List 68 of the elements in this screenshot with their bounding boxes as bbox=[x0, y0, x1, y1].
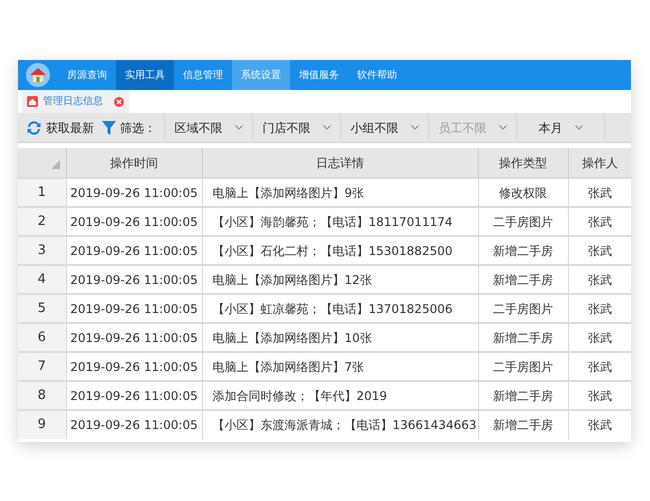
table-cell: 张武 bbox=[568, 381, 631, 410]
table-cell: 张武 bbox=[568, 323, 631, 352]
table-cell: 2019-09-26 11:00:05 bbox=[66, 323, 202, 352]
row-number: 9 bbox=[18, 410, 66, 439]
row-number: 1 bbox=[18, 178, 66, 207]
table-cell: 【小区】海韵馨苑；【电话】18117011174 bbox=[202, 207, 478, 236]
table-cell: 张武 bbox=[568, 294, 631, 323]
table-cell: 新增二手房 bbox=[478, 410, 568, 439]
table-cell: 2019-09-26 11:00:05 bbox=[66, 410, 202, 439]
house-logo-icon bbox=[26, 63, 50, 87]
table-cell: 二手房图片 bbox=[478, 294, 568, 323]
table-cell: 二手房图片 bbox=[478, 352, 568, 381]
chevron-down-icon bbox=[234, 125, 242, 130]
row-number: 8 bbox=[18, 381, 66, 410]
table-cell: 【小区】东渡海派青城；【电话】13661434663 bbox=[202, 410, 478, 439]
home-icon bbox=[27, 96, 38, 107]
row-number: 6 bbox=[18, 323, 66, 352]
refresh-icon bbox=[26, 120, 42, 136]
table-cell: 2019-09-26 11:00:05 bbox=[66, 236, 202, 265]
chevron-down-icon bbox=[498, 125, 506, 130]
table-cell: 新增二手房 bbox=[478, 323, 568, 352]
table-cell: 电脑上【添加网络图片】12张 bbox=[202, 265, 478, 294]
close-icon[interactable] bbox=[114, 96, 124, 106]
menu-item[interactable]: 实用工具 bbox=[116, 60, 174, 90]
table-cell: 电脑上【添加网络图片】9张 bbox=[202, 178, 478, 207]
table-cell: 新增二手房 bbox=[478, 265, 568, 294]
filter-dropdown[interactable]: 区域不限 bbox=[164, 113, 252, 142]
table-cell: 2019-09-26 11:00:05 bbox=[66, 352, 202, 381]
table-cell: 张武 bbox=[568, 236, 631, 265]
row-number: 2 bbox=[18, 207, 66, 236]
table-cell: 二手房图片 bbox=[478, 207, 568, 236]
table-cell: 电脑上【添加网络图片】10张 bbox=[202, 323, 478, 352]
table-cell: 新增二手房 bbox=[478, 381, 568, 410]
table-cell: 张武 bbox=[568, 352, 631, 381]
filter-dropdown[interactable]: 小组不限 bbox=[340, 113, 428, 142]
chevron-down-icon bbox=[574, 125, 582, 130]
table-cell: 2019-09-26 11:00:05 bbox=[66, 381, 202, 410]
row-number: 4 bbox=[18, 265, 66, 294]
row-number: 5 bbox=[18, 294, 66, 323]
table-cell: 张武 bbox=[568, 410, 631, 439]
filter-dropdown[interactable]: 本月 bbox=[516, 113, 604, 142]
table-cell: 2019-09-26 11:00:05 bbox=[66, 178, 202, 207]
row-number: 3 bbox=[18, 236, 66, 265]
refresh-button[interactable]: 获取最新 bbox=[18, 113, 102, 142]
filter-dropdown[interactable]: 门店不限 bbox=[252, 113, 340, 142]
table-cell: 2019-09-26 11:00:05 bbox=[66, 207, 202, 236]
column-header[interactable]: 日志详情 bbox=[202, 148, 478, 178]
table-cell: 添加合同时修改；【年代】2019 bbox=[202, 381, 478, 410]
chevron-down-icon bbox=[410, 125, 418, 130]
table-cell: 电脑上【添加网络图片】7张 bbox=[202, 352, 478, 381]
table-cell: 【小区】石化二村；【电话】15301882500 bbox=[202, 236, 478, 265]
tab[interactable]: 管理日志信息 bbox=[22, 90, 129, 113]
table-cell: 张武 bbox=[568, 207, 631, 236]
column-header[interactable]: 操作时间 bbox=[66, 148, 202, 178]
chevron-down-icon bbox=[322, 125, 330, 130]
column-header[interactable]: 操作类型 bbox=[478, 148, 568, 178]
column-header[interactable]: 操作人 bbox=[568, 148, 631, 178]
table-cell: 2019-09-26 11:00:05 bbox=[66, 294, 202, 323]
sort-corner-icon bbox=[50, 160, 60, 170]
filter-icon bbox=[102, 120, 116, 136]
table-cell: 新增二手房 bbox=[478, 236, 568, 265]
row-number: 7 bbox=[18, 352, 66, 381]
filter-label: 筛选： bbox=[120, 120, 156, 136]
table-cell: 张武 bbox=[568, 265, 631, 294]
table-cell: 修改权限 bbox=[478, 178, 568, 207]
table-cell: 张武 bbox=[568, 178, 631, 207]
table-cell: 2019-09-26 11:00:05 bbox=[66, 265, 202, 294]
table-cell: 【小区】虹凉馨苑；【电话】13701825006 bbox=[202, 294, 478, 323]
